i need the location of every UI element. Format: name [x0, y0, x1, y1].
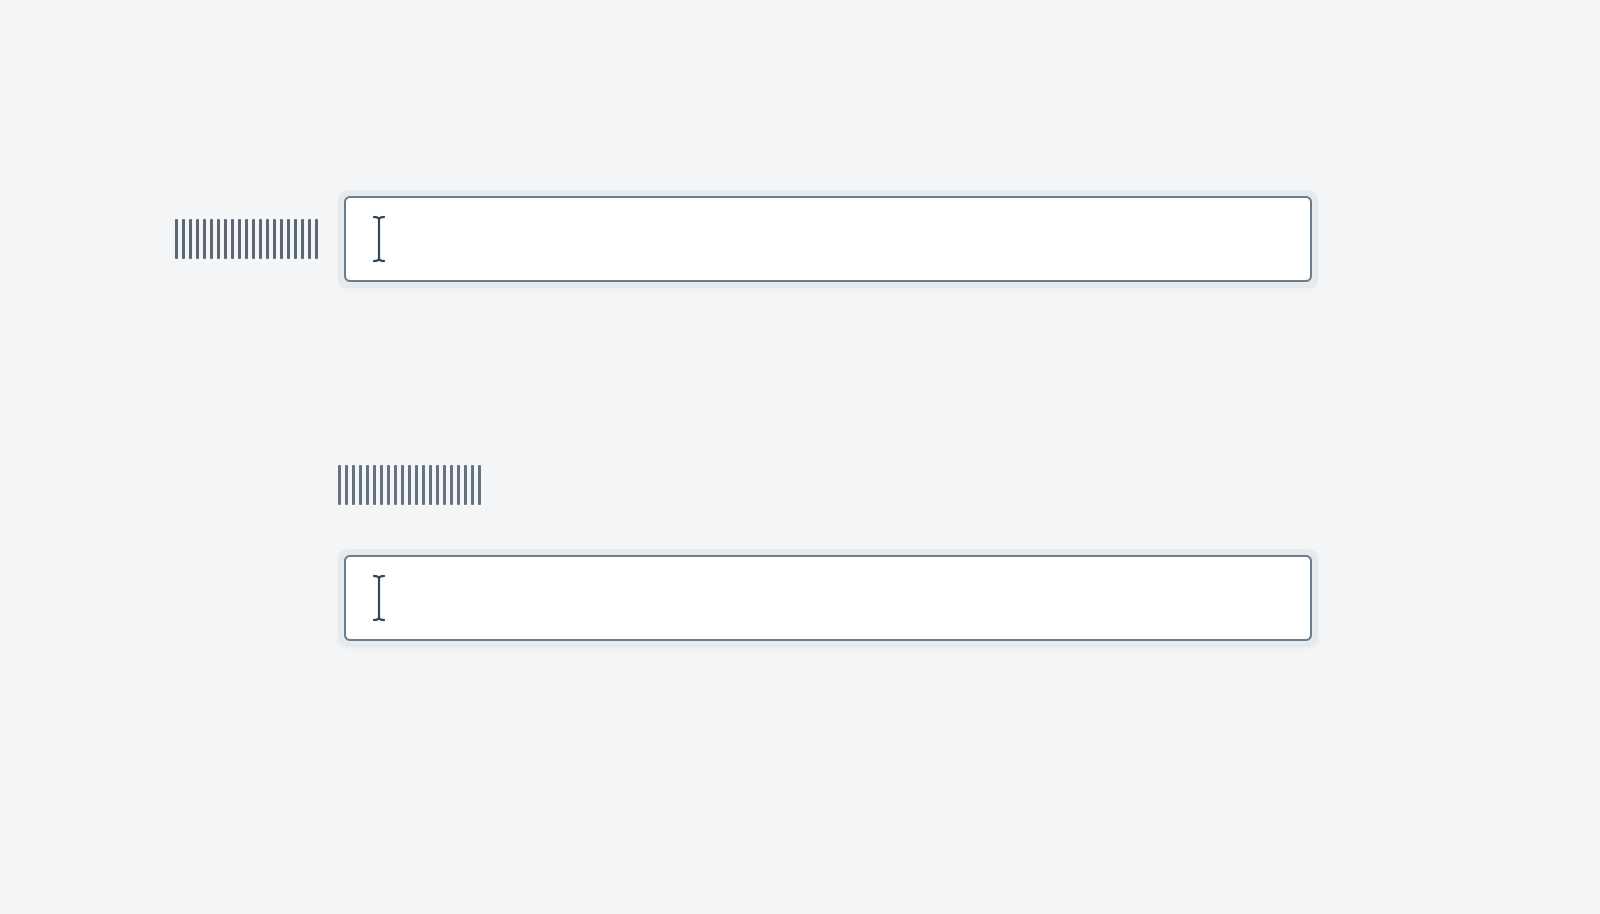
- form-mock: [0, 0, 1600, 914]
- field1-label-wrap: [0, 190, 338, 288]
- form-row-1: [0, 190, 1600, 288]
- field2-label-placeholder: [338, 465, 1318, 505]
- field2-shell: [338, 549, 1318, 647]
- form-row-2: [338, 465, 1318, 647]
- text-cursor-icon: [372, 574, 386, 622]
- field2-label-wrap: [338, 465, 1318, 505]
- field1-label-placeholder: [175, 219, 318, 259]
- field1-input[interactable]: [344, 196, 1312, 282]
- field1-shell: [338, 190, 1318, 288]
- field1-wrap: [338, 190, 1318, 288]
- text-cursor-icon: [372, 215, 386, 263]
- field2-input[interactable]: [344, 555, 1312, 641]
